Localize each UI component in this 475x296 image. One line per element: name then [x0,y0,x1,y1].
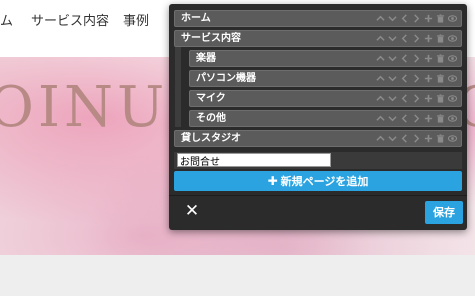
menu-item-row[interactable]: 貸しスタジオ [174,130,462,147]
arrow-down-icon[interactable] [388,12,397,25]
arrow-down-icon[interactable] [388,132,397,145]
nav-item-services[interactable]: サービス内容 [31,10,109,29]
new-item-name-input[interactable] [177,153,331,167]
add-page-button-label: 新規ページを追加 [280,175,369,188]
menu-subitem-row[interactable]: その他 [189,110,462,127]
arrow-up-icon[interactable] [376,72,385,85]
delete-icon[interactable] [436,92,445,105]
nav-item-home-partial[interactable]: ム [0,10,13,29]
add-icon[interactable] [424,92,433,105]
nav-item-cases[interactable]: 事例 [123,10,149,29]
child-indent-guide [175,107,181,127]
menu-item-tools [376,91,457,106]
menu-subitem-row[interactable]: 楽器 [189,50,462,67]
delete-icon[interactable] [436,52,445,65]
arrow-down-icon[interactable] [388,92,397,105]
child-indent-guide [175,67,181,87]
arrow-up-icon[interactable] [376,12,385,25]
indent-right-icon[interactable] [412,12,421,25]
arrow-up-icon[interactable] [376,92,385,105]
menu-item-label: その他 [196,113,226,124]
arrow-down-icon[interactable] [388,32,397,45]
close-icon[interactable]: ✕ [184,202,200,220]
delete-icon[interactable] [436,72,445,85]
delete-icon[interactable] [436,32,445,45]
arrow-down-icon[interactable] [388,52,397,65]
visibility-icon[interactable] [448,12,457,25]
visibility-icon[interactable] [448,32,457,45]
indent-left-icon[interactable] [400,112,409,125]
add-icon[interactable] [424,12,433,25]
menu-item-row[interactable]: サービス内容 [174,30,462,47]
panel-divider [169,195,467,196]
menu-item-label: パソコン機器 [196,73,256,84]
menu-subitem-row[interactable]: マイク [189,90,462,107]
menu-item-label: サービス内容 [181,33,241,44]
arrow-down-icon[interactable] [388,72,397,85]
menu-item-tools [376,11,457,26]
child-indent-guide [175,87,181,107]
add-icon[interactable] [424,132,433,145]
add-icon[interactable] [424,72,433,85]
indent-right-icon[interactable] [412,72,421,85]
visibility-icon[interactable] [448,132,457,145]
delete-icon[interactable] [436,132,445,145]
menu-editor-panel: ホームサービス内容楽器パソコン機器マイクその他貸しスタジオ ✚新規ページを追加 … [169,4,467,230]
indent-left-icon[interactable] [400,12,409,25]
menu-item-tools [376,111,457,126]
add-icon[interactable] [424,52,433,65]
add-icon[interactable] [424,32,433,45]
indent-left-icon[interactable] [400,72,409,85]
menu-item-row[interactable]: ホーム [174,10,462,27]
child-indent-guide [175,47,181,67]
visibility-icon[interactable] [448,112,457,125]
arrow-up-icon[interactable] [376,132,385,145]
indent-right-icon[interactable] [412,92,421,105]
menu-item-label: ホーム [181,13,211,24]
menu-item-tools [376,51,457,66]
delete-icon[interactable] [436,12,445,25]
indent-right-icon[interactable] [412,112,421,125]
indent-left-icon[interactable] [400,92,409,105]
indent-left-icon[interactable] [400,32,409,45]
arrow-up-icon[interactable] [376,112,385,125]
indent-left-icon[interactable] [400,132,409,145]
menu-item-tools [376,31,457,46]
add-icon[interactable] [424,112,433,125]
arrow-up-icon[interactable] [376,52,385,65]
menu-item-tools [376,131,457,146]
menu-item-label: 貸しスタジオ [181,133,241,144]
menu-item-label: マイク [196,93,226,104]
visibility-icon[interactable] [448,52,457,65]
save-button[interactable]: 保存 [425,201,463,224]
arrow-up-icon[interactable] [376,32,385,45]
indent-right-icon[interactable] [412,132,421,145]
hero-title: OINU [0,75,169,140]
indent-right-icon[interactable] [412,52,421,65]
indent-right-icon[interactable] [412,32,421,45]
delete-icon[interactable] [436,112,445,125]
menu-item-label: 楽器 [196,53,216,64]
visibility-icon[interactable] [448,72,457,85]
page-footer-band [0,255,475,296]
arrow-down-icon[interactable] [388,112,397,125]
indent-left-icon[interactable] [400,52,409,65]
menu-subitem-row[interactable]: パソコン機器 [189,70,462,87]
visibility-icon[interactable] [448,92,457,105]
new-item-row [174,152,462,169]
add-page-button[interactable]: ✚ 新規ページを追加 [174,171,462,191]
plus-icon: ✚ [267,174,278,188]
menu-item-tools [376,71,457,86]
